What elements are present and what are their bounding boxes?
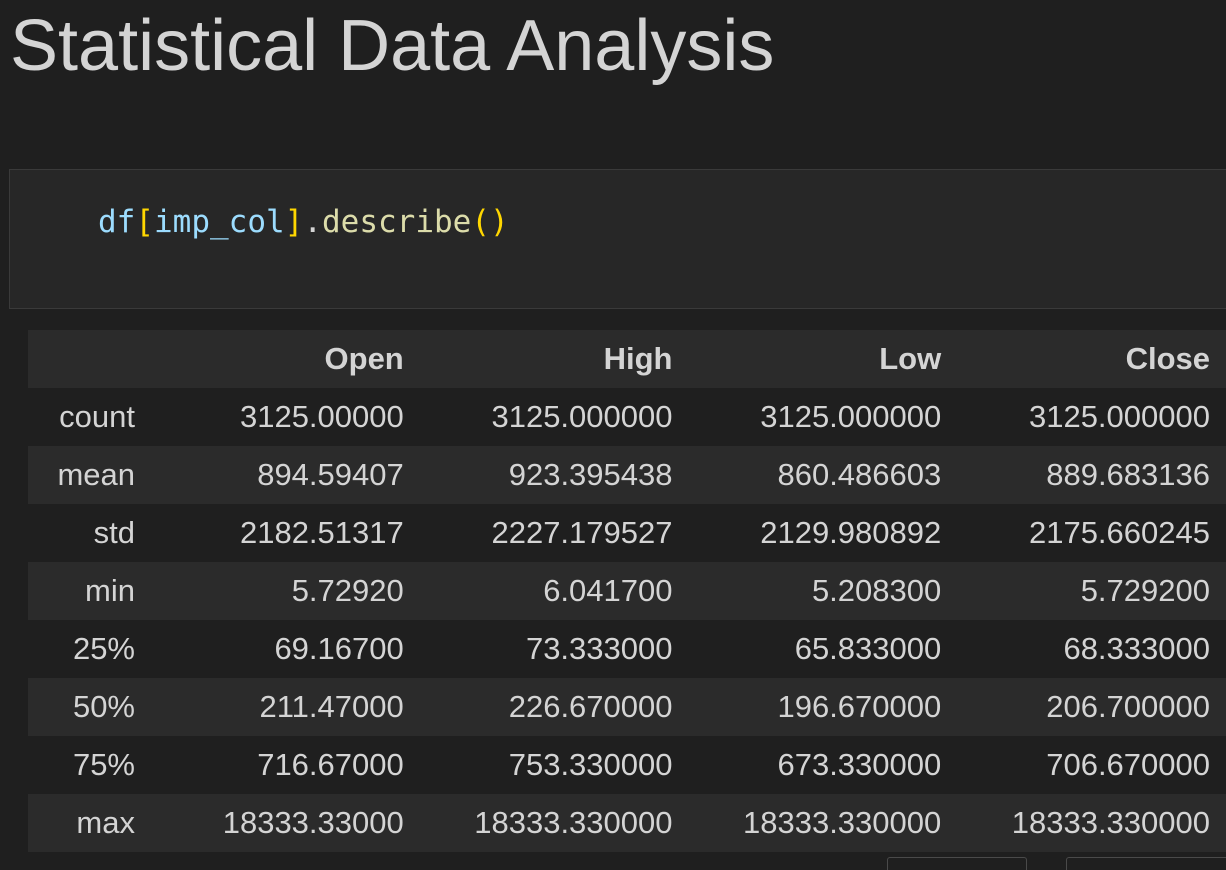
code-token-method: describe bbox=[322, 204, 472, 240]
table-cell: 2129.980892 bbox=[760, 515, 942, 550]
table-cell: 73.333000 bbox=[525, 631, 673, 666]
row-label: max bbox=[76, 805, 135, 840]
row-label: min bbox=[85, 573, 135, 608]
code-token-dot: . bbox=[303, 204, 322, 240]
table-cell: 894.59407 bbox=[257, 457, 404, 492]
table-row: 75% 716.67000 753.330000 673.330000 706.… bbox=[28, 736, 1226, 794]
table-cell: 68.333000 bbox=[1063, 631, 1210, 666]
table-cell: 3125.000000 bbox=[760, 399, 942, 434]
column-header-low: Low bbox=[691, 330, 961, 388]
column-header-index bbox=[28, 330, 154, 388]
table-cell: 206.700000 bbox=[1046, 689, 1210, 724]
table-cell: 860.486603 bbox=[777, 457, 942, 492]
code-token-df: df bbox=[98, 204, 136, 240]
table-cell: 18333.330000 bbox=[742, 805, 942, 840]
table-cell: 18333.33000 bbox=[222, 805, 404, 840]
table-row: count 3125.00000 3125.000000 3125.000000… bbox=[28, 388, 1226, 446]
table-cell: 2182.51317 bbox=[239, 515, 404, 550]
row-label: 25% bbox=[72, 631, 135, 666]
table-cell: 3125.00000 bbox=[239, 399, 404, 434]
row-label: 75% bbox=[72, 747, 135, 782]
table-cell: 18333.330000 bbox=[474, 805, 673, 840]
table-cell: 889.683136 bbox=[1046, 457, 1210, 492]
row-label: count bbox=[59, 399, 135, 434]
table-row: 50% 211.47000 226.670000 196.670000 206.… bbox=[28, 678, 1226, 736]
table-row: min 5.72920 6.041700 5.208300 5.729200 bbox=[28, 562, 1226, 620]
table-cell: 753.330000 bbox=[508, 747, 673, 782]
table-cell: 673.330000 bbox=[777, 747, 942, 782]
column-header-high: High bbox=[422, 330, 692, 388]
code-token-close-paren: ) bbox=[489, 204, 509, 240]
table-row: max 18333.33000 18333.330000 18333.33000… bbox=[28, 794, 1226, 852]
table-cell: 5.729200 bbox=[1080, 573, 1210, 608]
notebook-page: Statistical Data Analysis df[imp_col].de… bbox=[0, 0, 1226, 870]
column-header-close: Close bbox=[960, 330, 1226, 388]
table-cell: 716.67000 bbox=[257, 747, 404, 782]
table-cell: 6.041700 bbox=[543, 573, 673, 608]
row-label: mean bbox=[57, 457, 135, 492]
table-row: std 2182.51317 2227.179527 2129.980892 2… bbox=[28, 504, 1226, 562]
table-cell: 5.208300 bbox=[811, 573, 942, 608]
table-cell: 3125.000000 bbox=[1028, 399, 1210, 434]
table-cell: 706.670000 bbox=[1046, 747, 1210, 782]
table-cell: 211.47000 bbox=[259, 689, 404, 724]
code-token-open-bracket: [ bbox=[135, 204, 154, 240]
table-header-row: Open High Low Close bbox=[28, 330, 1226, 388]
output-toolbar-button[interactable] bbox=[1066, 857, 1226, 870]
table-cell: 3125.000000 bbox=[491, 399, 673, 434]
code-token-close-bracket: ] bbox=[284, 204, 304, 240]
table-cell: 196.670000 bbox=[777, 689, 942, 724]
table-row: 25% 69.16700 73.333000 65.833000 68.3330… bbox=[28, 620, 1226, 678]
table-cell: 226.670000 bbox=[508, 689, 673, 724]
table-cell: 2227.179527 bbox=[491, 515, 673, 550]
code-line[interactable]: df[imp_col].describe() bbox=[98, 200, 509, 244]
table-row: mean 894.59407 923.395438 860.486603 889… bbox=[28, 446, 1226, 504]
column-header-open: Open bbox=[154, 330, 423, 388]
table-cell: 65.833000 bbox=[794, 631, 942, 666]
table-cell: 923.395438 bbox=[508, 457, 673, 492]
table-cell: 69.16700 bbox=[274, 631, 404, 666]
row-label: 50% bbox=[72, 689, 135, 724]
code-cell[interactable]: df[imp_col].describe() bbox=[9, 169, 1226, 309]
output-toolbar-button[interactable] bbox=[887, 857, 1027, 870]
code-token-arg: imp_col bbox=[154, 204, 285, 240]
code-token-open-paren: ( bbox=[471, 204, 490, 240]
describe-output-table: Open High Low Close count 3125.00000 312… bbox=[28, 330, 1226, 852]
page-title: Statistical Data Analysis bbox=[10, 6, 775, 86]
table-cell: 18333.330000 bbox=[1011, 805, 1210, 840]
table-cell: 5.72920 bbox=[291, 573, 404, 608]
table-cell: 2175.660245 bbox=[1028, 515, 1210, 550]
row-label: std bbox=[93, 515, 135, 550]
